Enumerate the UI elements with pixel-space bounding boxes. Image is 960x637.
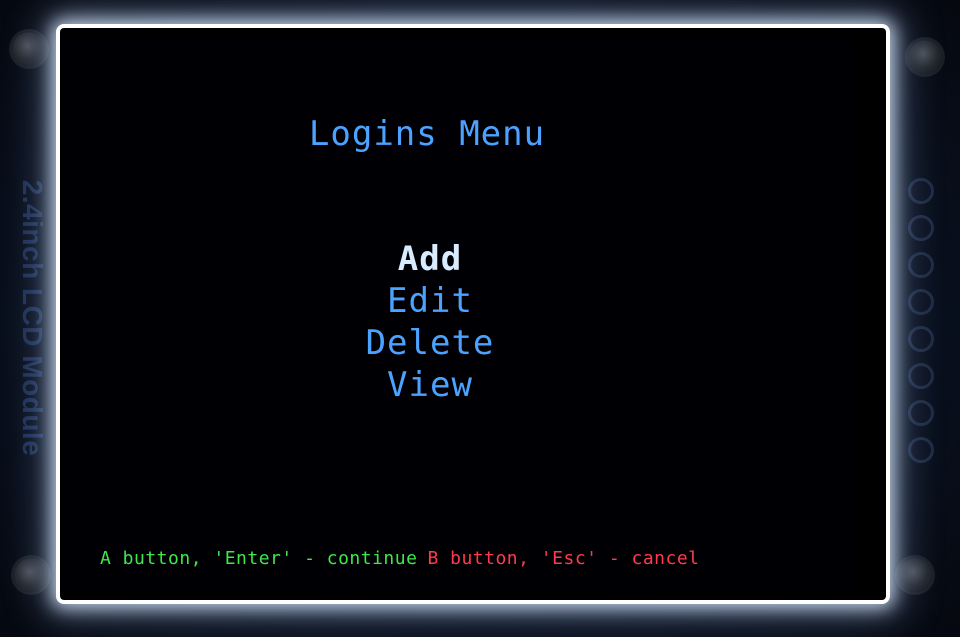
header-pins [905,178,937,463]
cancel-hint: B button, 'Esc' - cancel [427,548,700,569]
button-hints: A button, 'Enter' - continue B button, 'E… [100,548,700,569]
mounting-hole-icon [908,40,942,74]
module-label: 2.4inch LCD Module [17,179,48,457]
pin-hole-icon [908,437,934,463]
pin-hole-icon [908,178,934,204]
menu-item-delete[interactable]: Delete [366,322,495,364]
mounting-hole-icon [14,558,48,592]
pin-hole-icon [908,400,934,426]
lcd-screen: Logins Menu Add Edit Delete View A butto… [66,36,852,592]
mounting-hole-icon [898,558,932,592]
menu-item-add[interactable]: Add [398,238,462,280]
pin-hole-icon [908,252,934,278]
lcd-module-board: 2.4inch LCD Module Logins Menu Add Edit … [0,0,960,637]
menu-item-view[interactable]: View [387,364,473,406]
menu-title: Logins Menu [308,114,546,154]
pin-hole-icon [908,289,934,315]
menu-list: Add Edit Delete View [66,238,852,406]
pin-hole-icon [908,215,934,241]
pin-hole-icon [908,326,934,352]
pin-hole-icon [908,363,934,389]
continue-hint: A button, 'Enter' - continue [100,548,418,569]
menu-item-edit[interactable]: Edit [387,280,473,322]
mounting-hole-icon [12,32,46,66]
